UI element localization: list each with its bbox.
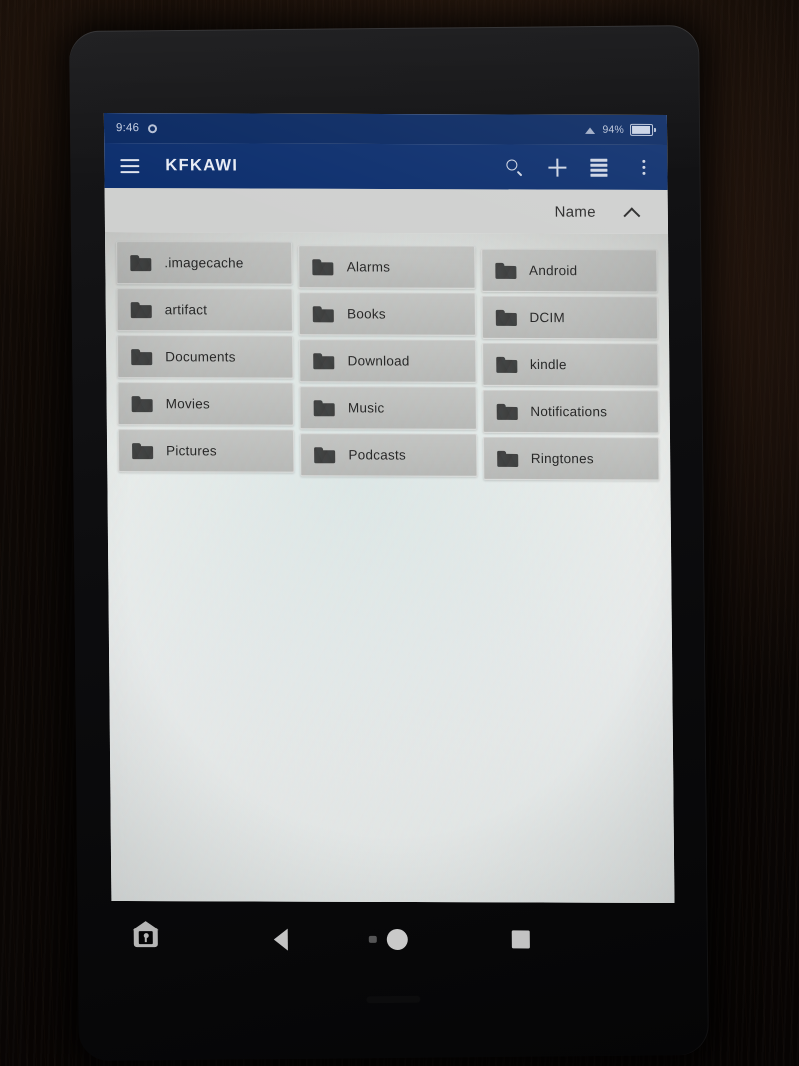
folder-icon [313, 259, 334, 275]
folder-icon [131, 302, 152, 318]
battery-percent-label: 94% [602, 123, 625, 136]
overflow-menu-icon[interactable] [633, 157, 653, 177]
file-grid-cell: Documents [114, 333, 297, 381]
folder-icon [130, 255, 151, 271]
file-list-area: .imagecache Alarms Android artifact Books DCI… [105, 232, 675, 903]
folder-name: kindle [529, 356, 567, 373]
folder-icon [313, 353, 334, 369]
plus-icon[interactable] [547, 157, 567, 177]
file-grid-cell: kindle [479, 334, 662, 387]
file-grid-cell: Music [297, 381, 480, 430]
battery-icon [629, 123, 654, 136]
file-grid-cell: Books [296, 287, 479, 336]
folder-name: Podcasts [348, 447, 407, 463]
folder-icon [314, 400, 335, 416]
file-grid-cell: Podcasts [297, 428, 480, 477]
file-grid-cell: DCIM [478, 287, 661, 340]
folder-icon [495, 262, 516, 278]
recents-square-icon[interactable] [511, 930, 530, 949]
folder-name: Movies [165, 396, 210, 412]
file-grid-cell: artifact [114, 286, 297, 334]
folder-item[interactable]: Documents [116, 335, 294, 379]
gear-icon [148, 123, 158, 133]
file-grid-cell: Alarms [295, 240, 478, 289]
file-grid-cell: Download [296, 334, 479, 383]
folder-name: Documents [165, 349, 236, 365]
folder-name: Books [347, 306, 386, 322]
page-title: KFKAWI [165, 156, 239, 175]
sort-bar[interactable]: Name [104, 188, 669, 234]
folder-name: artifact [164, 302, 208, 318]
file-grid-cell: Android [478, 240, 661, 293]
file-grid: .imagecache Alarms Android artifact Books DCI… [105, 232, 670, 481]
folder-item[interactable]: Books [298, 292, 476, 336]
folder-item[interactable]: kindle [481, 342, 659, 387]
folder-name: .imagecache [164, 255, 244, 271]
folder-item[interactable]: Download [299, 339, 477, 383]
folder-item[interactable]: artifact [116, 288, 294, 332]
folder-item[interactable]: Notifications [482, 389, 659, 434]
folder-item[interactable]: Podcasts [300, 433, 477, 477]
back-triangle-icon[interactable] [273, 928, 288, 951]
wifi-icon [584, 125, 596, 135]
status-bar-left: 9:46 [115, 122, 158, 135]
chevron-up-icon[interactable] [624, 204, 640, 220]
folder-item[interactable]: Pictures [117, 429, 295, 473]
list-view-icon[interactable] [590, 157, 610, 177]
sort-label: Name [554, 203, 596, 221]
house-icon[interactable] [134, 923, 160, 949]
folder-name: Pictures [166, 443, 217, 459]
folder-name: Android [528, 263, 578, 279]
folder-icon [496, 403, 517, 419]
folder-icon [495, 309, 516, 325]
bezel-speaker-slot [366, 996, 420, 1004]
file-grid-cell: Notifications [479, 381, 662, 434]
folder-icon [497, 450, 518, 466]
folder-icon [132, 396, 153, 412]
tablet-device: 9:46 94% KFKAWI Name .imagecache Alarms … [69, 24, 709, 1061]
folder-icon [496, 356, 517, 372]
status-bar: 9:46 94% [103, 113, 668, 145]
file-grid-cell: Ringtones [480, 428, 663, 481]
folder-name: Download [347, 353, 410, 369]
home-circle-icon[interactable] [386, 928, 408, 951]
folder-icon [132, 443, 153, 459]
folder-item[interactable]: Music [299, 386, 477, 430]
status-bar-right: 94% [584, 123, 654, 136]
folder-name: Music [347, 400, 385, 416]
folder-item[interactable]: Movies [117, 382, 295, 426]
tablet-screen: 9:46 94% KFKAWI Name .imagecache Alarms … [103, 113, 675, 903]
folder-name: Ringtones [530, 450, 594, 467]
file-grid-cell: .imagecache [113, 239, 296, 287]
navigation-bar [111, 907, 675, 971]
folder-item[interactable]: .imagecache [116, 241, 293, 285]
folder-icon [313, 306, 334, 322]
home-icon-ghost-reflection [368, 935, 377, 943]
hamburger-menu-icon[interactable] [120, 158, 140, 173]
folder-name: Alarms [346, 259, 391, 275]
folder-item[interactable]: Ringtones [482, 436, 660, 481]
folder-item[interactable]: Android [480, 248, 658, 293]
app-bar-actions [504, 157, 653, 178]
folder-icon [131, 349, 152, 365]
file-grid-cell: Movies [114, 380, 297, 428]
folder-name: DCIM [529, 310, 566, 326]
folder-item[interactable]: DCIM [481, 295, 658, 340]
status-time: 9:46 [115, 122, 140, 135]
folder-icon [314, 447, 335, 463]
search-icon[interactable] [504, 157, 524, 177]
file-grid-cell: Pictures [115, 427, 298, 475]
folder-name: Notifications [530, 403, 608, 420]
folder-item[interactable]: Alarms [298, 245, 476, 289]
app-bar: KFKAWI [104, 143, 668, 190]
